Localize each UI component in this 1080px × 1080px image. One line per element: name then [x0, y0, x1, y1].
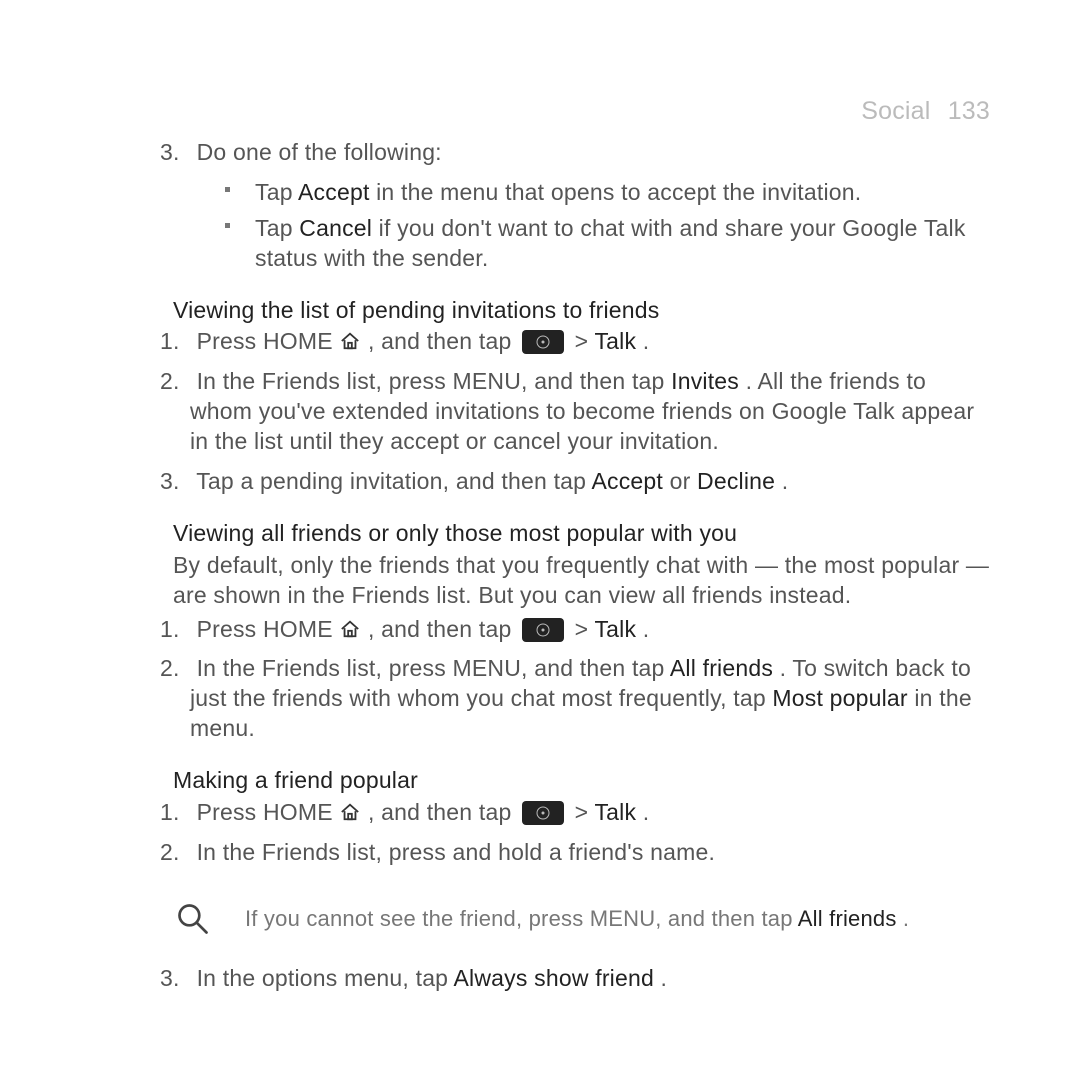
text: , and then tap: [368, 616, 518, 642]
heading-all-friends: Viewing all friends or only those most p…: [173, 519, 990, 549]
text: In the Friends list, press MENU, and the…: [197, 368, 672, 394]
home-icon: [339, 619, 361, 639]
sec2-intro: By default, only the friends that you fr…: [173, 551, 990, 611]
talk-label: Talk: [594, 616, 636, 642]
step-number: 3.: [160, 467, 190, 497]
page-header: Social 133: [861, 95, 990, 128]
step-number: 2.: [160, 838, 190, 868]
step-3-text: Do one of the following:: [197, 139, 442, 165]
decline-label: Decline: [697, 468, 775, 494]
home-icon: [339, 331, 361, 351]
step-number: 2.: [160, 367, 190, 397]
bullet-text: Tap: [255, 215, 299, 241]
text: >: [575, 328, 595, 354]
text: .: [654, 965, 667, 991]
heading-make-popular: Making a friend popular: [173, 766, 990, 796]
all-apps-icon: [522, 330, 564, 354]
text: .: [636, 799, 649, 825]
sec1-step-1: 1. Press HOME , and then tap > Talk .: [185, 327, 990, 357]
sec2-step-1: 1. Press HOME , and then tap > Talk .: [185, 615, 990, 645]
text: Tap a pending invitation, and then tap: [196, 468, 591, 494]
bullet-cancel: Tap Cancel if you don't want to chat wit…: [255, 214, 990, 274]
all-apps-icon: [522, 801, 564, 825]
page-content: 3. Do one of the following: Tap Accept i…: [0, 0, 1080, 1044]
sec3-steps: 1. Press HOME , and then tap > Talk . 2.…: [185, 798, 990, 868]
text: If you cannot see the friend, press MENU…: [245, 906, 798, 931]
sec3-step-2: 2. In the Friends list, press and hold a…: [185, 838, 990, 868]
talk-label: Talk: [594, 328, 636, 354]
square-bullet-icon: [225, 187, 230, 192]
all-friends-label: All friends: [670, 655, 773, 681]
text: .: [897, 906, 910, 931]
bullet-text: Tap: [255, 179, 298, 205]
home-icon: [339, 802, 361, 822]
sec1-step-2: 2. In the Friends list, press MENU, and …: [185, 367, 990, 457]
text: , and then tap: [368, 799, 518, 825]
text: Press HOME: [197, 616, 340, 642]
section-name: Social: [861, 97, 930, 125]
text: >: [575, 616, 595, 642]
cancel-label: Cancel: [299, 215, 372, 241]
all-apps-icon: [522, 618, 564, 642]
most-popular-label: Most popular: [772, 685, 907, 711]
bullet-text: in the menu that opens to accept the inv…: [370, 179, 862, 205]
sec2-step-2: 2. In the Friends list, press MENU, and …: [185, 654, 990, 744]
text: >: [575, 799, 595, 825]
text: .: [636, 328, 649, 354]
step-number: 2.: [160, 654, 190, 684]
step-3-bullets: Tap Accept in the menu that opens to acc…: [255, 178, 990, 274]
accept-label: Accept: [298, 179, 370, 205]
all-friends-label: All friends: [798, 906, 897, 931]
sec3-step-1: 1. Press HOME , and then tap > Talk .: [185, 798, 990, 828]
talk-label: Talk: [594, 799, 636, 825]
page-number: 133: [948, 97, 990, 125]
square-bullet-icon: [225, 223, 230, 228]
sec1-step-3: 3. Tap a pending invitation, and then ta…: [185, 467, 990, 497]
sec1-steps: 1. Press HOME , and then tap > Talk . 2.…: [185, 327, 990, 496]
invites-label: Invites: [671, 368, 739, 394]
sec2-steps: 1. Press HOME , and then tap > Talk . 2.…: [185, 615, 990, 745]
text: In the options menu, tap: [197, 965, 454, 991]
note-text: If you cannot see the friend, press MENU…: [225, 905, 990, 934]
text: In the Friends list, press MENU, and the…: [197, 655, 670, 681]
text: , and then tap: [368, 328, 518, 354]
text: In the Friends list, press and hold a fr…: [197, 839, 716, 865]
magnifier-icon: [175, 898, 225, 942]
text: or: [663, 468, 697, 494]
text: Press HOME: [197, 799, 340, 825]
step-number: 3.: [160, 964, 190, 994]
text: .: [636, 616, 649, 642]
sec3-step-3: 3. In the options menu, tap Always show …: [185, 964, 990, 994]
step-3: 3. Do one of the following:: [185, 138, 990, 168]
heading-pending-invitations: Viewing the list of pending invitations …: [173, 296, 990, 326]
text: Press HOME: [197, 328, 340, 354]
step-number: 1.: [160, 327, 190, 357]
always-show-friend-label: Always show friend: [454, 965, 654, 991]
step-number: 1.: [160, 798, 190, 828]
bullet-accept: Tap Accept in the menu that opens to acc…: [255, 178, 990, 208]
text: .: [775, 468, 788, 494]
sec3-step3: 3. In the options menu, tap Always show …: [185, 964, 990, 994]
step-number: 1.: [160, 615, 190, 645]
tip-note: If you cannot see the friend, press MENU…: [175, 898, 990, 942]
step-number: 3.: [160, 138, 190, 168]
accept-label: Accept: [591, 468, 663, 494]
